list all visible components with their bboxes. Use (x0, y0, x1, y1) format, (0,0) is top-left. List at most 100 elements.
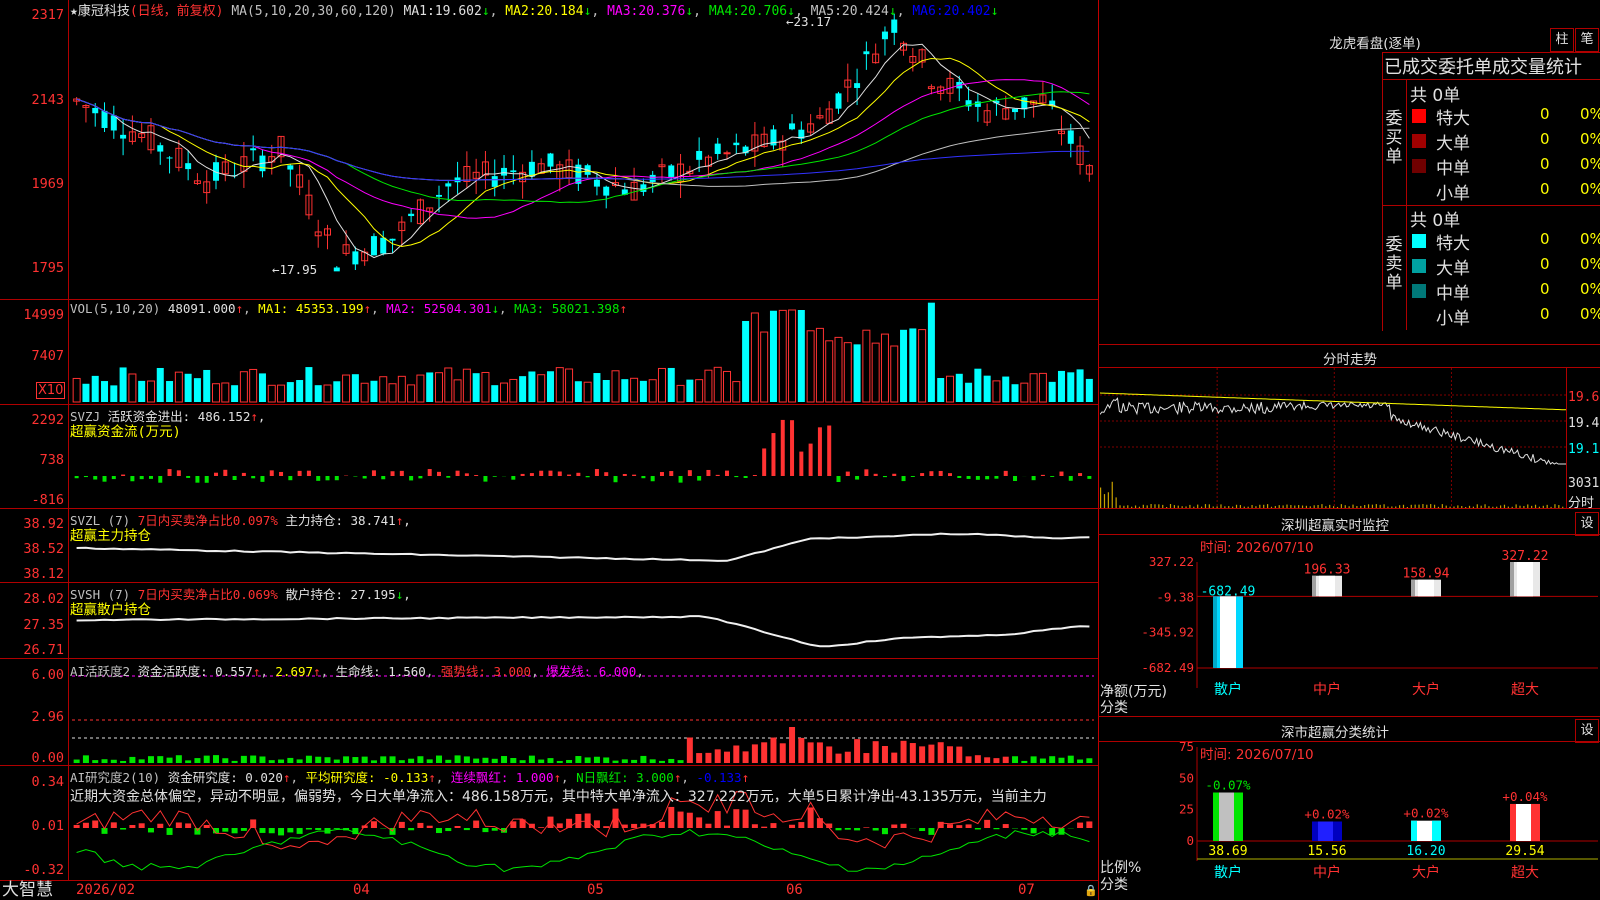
candle-down (863, 51, 870, 55)
vol-tick: 7407 (31, 348, 64, 364)
sz-monitor-settings-button[interactable]: 设 (1575, 512, 1599, 536)
intraday-volume-bar (1111, 481, 1113, 508)
activity-bar (1012, 756, 1019, 763)
lock-icon[interactable]: 🔒 (1084, 884, 1098, 897)
research-bar (426, 825, 433, 828)
vol-unit-badge: X10 (36, 382, 66, 399)
sz-monitor-chart[interactable]: 327.22 -9.38 -345.92 -682.49 -682.49 散户 196.33… (1098, 534, 1600, 716)
research-bar (891, 824, 898, 828)
volume-bar (695, 379, 704, 403)
fund-flow-bar (836, 476, 841, 483)
volume-bar (546, 371, 554, 402)
fund-flow-bar (687, 470, 692, 476)
low-price-label: ←17.95 (272, 262, 318, 277)
sz-class-chart[interactable]: 75 50 25 0 -0.07% 38.69 散户 +0.02% 15.56 中户 +0.02% 1… (1098, 741, 1600, 900)
research-bar (1030, 828, 1037, 834)
price-tick: 1795 (31, 260, 64, 276)
candle-up (723, 152, 731, 155)
intraday-title: 分时走势 (1323, 352, 1377, 368)
price-tick: 2317 (31, 7, 64, 23)
activity-bar (937, 742, 944, 763)
research-bar (733, 809, 740, 828)
fund-flow-bar (1059, 471, 1064, 476)
class-category-label: 超大 (1511, 865, 1539, 881)
class-change-label: -0.07% (1205, 778, 1251, 793)
activity-bar (445, 759, 452, 763)
volume-bar (1011, 384, 1019, 402)
candle-down (733, 142, 740, 146)
research-bar (157, 823, 164, 828)
volume-bar (686, 379, 694, 402)
intraday-chart[interactable] (1100, 368, 1568, 508)
candle-down (547, 153, 554, 167)
fund-flow-bar (604, 472, 609, 476)
volume-bar (732, 381, 741, 403)
stock-name[interactable]: 康冠科技 (78, 4, 130, 19)
activity-bar (138, 759, 145, 763)
ma6-value: 20.402 (943, 4, 991, 19)
volume-bar (91, 375, 99, 402)
activity-bar (1058, 757, 1065, 763)
x-axis-label: 07 (1018, 882, 1035, 898)
fund-flow-bar (325, 476, 330, 481)
fund-flow-bar (381, 476, 386, 480)
volume-bar (657, 367, 666, 403)
volume-bar (286, 382, 294, 402)
volume-bar (806, 330, 815, 403)
research-bar (807, 807, 814, 828)
volume-bar (593, 373, 601, 402)
candle-down (250, 148, 257, 151)
fund-flow-bar (799, 451, 804, 476)
volume-bar (918, 329, 927, 403)
research-bar (315, 828, 322, 831)
fund-flow-bar (734, 476, 739, 478)
activity-bar (733, 745, 740, 763)
research-bar (751, 824, 758, 828)
fund-flow-bar (316, 476, 321, 481)
class-category-label: 大户 (1412, 864, 1440, 881)
volume-bar (974, 368, 982, 402)
volume-bar (843, 342, 852, 403)
research-bar (222, 828, 229, 832)
volume-bar (778, 309, 787, 403)
fund-flow-bar (594, 469, 599, 476)
ai-active-tick: 2.96 (31, 709, 64, 725)
indicator-panels-svg[interactable] (0, 0, 1098, 880)
divider (1098, 508, 1600, 509)
research-bar (668, 806, 675, 828)
volume-bar (1029, 373, 1038, 403)
volume-bar (1038, 372, 1047, 403)
research-bar (463, 828, 470, 831)
activity-bar (603, 757, 610, 763)
activity-bar (761, 742, 768, 763)
volume-bar (853, 344, 861, 402)
ma2-line (76, 57, 1090, 248)
sz-class-title: 深市超赢分类统计 (1281, 725, 1389, 741)
volume-bar (156, 367, 164, 402)
activity-bar (807, 742, 814, 763)
volume-bar (528, 371, 536, 402)
class-value-label: 15.56 (1307, 844, 1346, 859)
activity-bar (426, 759, 433, 763)
order-category-row: 中单 0 0% (1400, 154, 1600, 179)
main-holding-line (76, 532, 1090, 562)
volume-bar (481, 371, 490, 403)
ai-research-tick: -0.32 (23, 862, 64, 878)
class-y-tick: 75 (1179, 741, 1194, 754)
activity-bar (110, 759, 117, 763)
activity-bar (166, 757, 173, 763)
candle-down (352, 251, 359, 265)
bar-mode-button[interactable]: 柱 (1550, 28, 1574, 52)
fund-flow-bar (845, 471, 850, 476)
activity-bar (435, 755, 442, 763)
volume-bar (258, 373, 266, 402)
activity-bar (965, 756, 972, 763)
category-label: 特大 (1436, 234, 1470, 254)
volume-bar (667, 367, 675, 402)
class-value-label: 16.20 (1406, 844, 1445, 859)
tick-mode-button[interactable]: 笔 (1575, 28, 1599, 52)
category-swatch (1412, 109, 1426, 123)
sz-class-settings-button[interactable]: 设 (1575, 719, 1599, 743)
volume-bar (174, 371, 183, 403)
favorite-star-icon[interactable]: ★ (70, 4, 78, 19)
